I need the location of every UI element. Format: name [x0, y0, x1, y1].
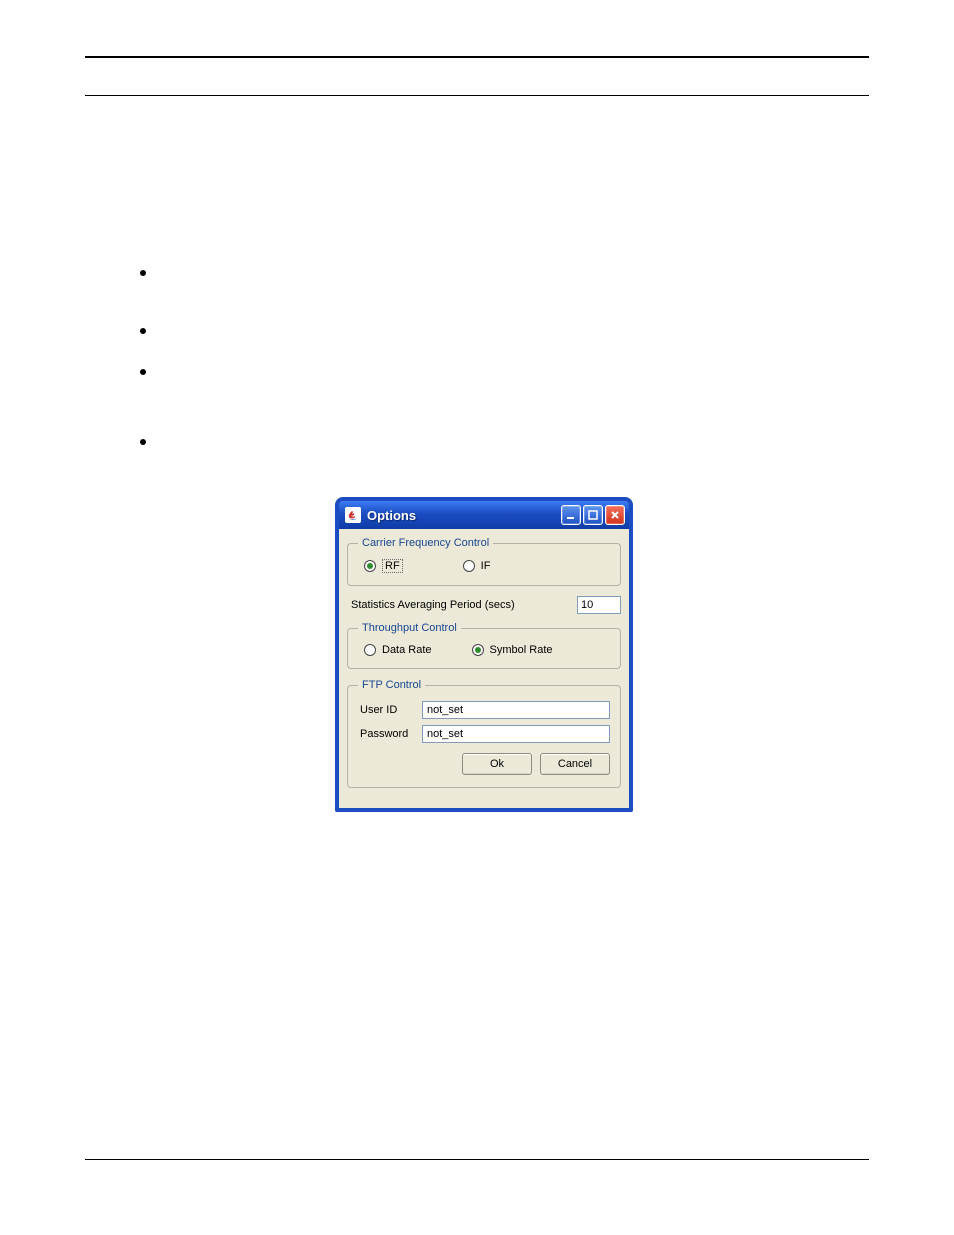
dialog-title: Options — [367, 508, 561, 523]
radio-icon — [364, 560, 376, 572]
close-button[interactable] — [605, 505, 625, 525]
bullet-icon — [140, 270, 146, 276]
if-radio-label: IF — [481, 560, 491, 572]
radio-icon — [364, 644, 376, 656]
stats-period-label: Statistics Averaging Period (secs) — [351, 599, 515, 611]
user-id-label: User ID — [360, 704, 414, 716]
throughput-legend: Throughput Control — [358, 622, 461, 634]
symbol-rate-radio[interactable]: Symbol Rate — [472, 644, 553, 656]
titlebar[interactable]: Options — [339, 501, 629, 529]
user-id-input[interactable] — [422, 701, 610, 719]
rf-radio-label: RF — [382, 559, 403, 573]
throughput-group: Throughput Control Data Rate Symbol Rate — [347, 622, 621, 669]
if-radio[interactable]: IF — [463, 560, 491, 572]
stats-period-input[interactable] — [577, 596, 621, 614]
cancel-button[interactable]: Cancel — [540, 753, 610, 775]
bullet-icon — [140, 369, 146, 375]
options-dialog: Options Carrier Frequency Control RF — [335, 497, 633, 812]
radio-icon — [463, 560, 475, 572]
bullet-icon — [140, 439, 146, 445]
page-divider-bottom — [85, 1159, 869, 1160]
bullet-icon — [140, 328, 146, 334]
radio-icon — [472, 644, 484, 656]
rf-radio[interactable]: RF — [364, 559, 403, 573]
ftp-control-legend: FTP Control — [358, 679, 425, 691]
password-label: Password — [360, 728, 414, 740]
minimize-button[interactable] — [561, 505, 581, 525]
carrier-frequency-legend: Carrier Frequency Control — [358, 537, 493, 549]
java-app-icon — [345, 507, 361, 523]
symbol-rate-radio-label: Symbol Rate — [490, 644, 553, 656]
data-rate-radio-label: Data Rate — [382, 644, 432, 656]
dialog-body: Carrier Frequency Control RF IF Statisti… — [339, 529, 629, 808]
ok-button[interactable]: Ok — [462, 753, 532, 775]
carrier-frequency-group: Carrier Frequency Control RF IF — [347, 537, 621, 586]
data-rate-radio[interactable]: Data Rate — [364, 644, 432, 656]
page-divider-top-thick — [85, 56, 869, 58]
page-divider-top-thin — [85, 95, 869, 96]
password-input[interactable] — [422, 725, 610, 743]
ftp-control-group: FTP Control User ID Password Ok Cancel — [347, 679, 621, 788]
maximize-button[interactable] — [583, 505, 603, 525]
